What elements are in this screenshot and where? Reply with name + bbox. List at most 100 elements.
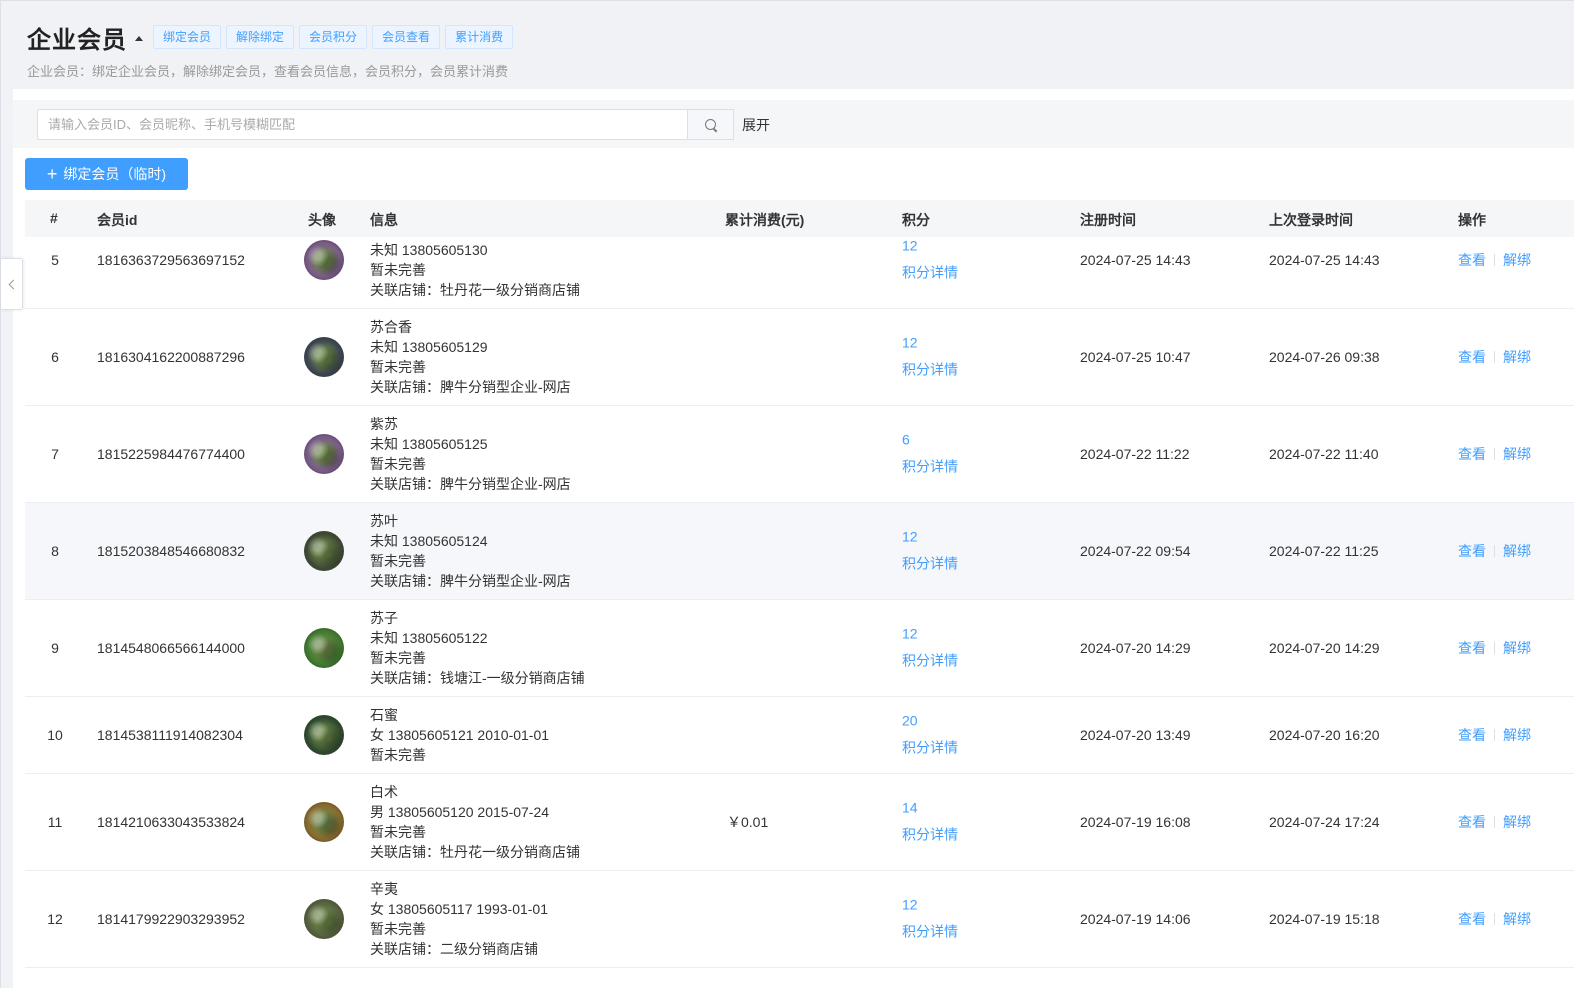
view-link[interactable]: 查看 (1458, 638, 1486, 658)
member-id: 1816363729563697152 (97, 252, 245, 268)
row-actions: 查看 解绑 (1458, 347, 1531, 367)
info-line: 辛夷 (370, 881, 398, 897)
table-header: # 会员id 头像 信息 累计消费(元) 积分 注册时间 上次登录时间 操作 (25, 200, 1574, 237)
points-detail-link[interactable]: 积分详情 (902, 263, 958, 283)
search-input[interactable] (38, 110, 687, 139)
points-value[interactable]: 12 (902, 626, 958, 642)
action-divider (1494, 254, 1495, 266)
row-index: 6 (51, 349, 59, 365)
search-button[interactable] (688, 109, 734, 140)
info-line: 关联店铺：牡丹花一级分销商店铺 (370, 844, 580, 860)
unbind-link[interactable]: 解绑 (1503, 812, 1531, 832)
points-detail-link[interactable]: 积分详情 (902, 360, 958, 380)
last-login-time: 2024-07-19 15:18 (1269, 911, 1380, 927)
last-login-time: 2024-07-20 16:20 (1269, 727, 1380, 743)
info-line: 关联店铺：脾牛分销型企业-网店 (370, 573, 571, 589)
unbind-link[interactable]: 解绑 (1503, 250, 1531, 270)
unbind-link[interactable]: 解绑 (1503, 541, 1531, 561)
col-header-last-login: 上次登录时间 (1269, 212, 1353, 228)
view-link[interactable]: 查看 (1458, 812, 1486, 832)
view-link[interactable]: 查看 (1458, 444, 1486, 464)
tag-bind-member[interactable]: 绑定会员 (153, 25, 222, 49)
last-login-time: 2024-07-24 17:24 (1269, 814, 1380, 830)
info-line: 未知 13805605130 (370, 242, 488, 258)
bind-member-temp-button[interactable]: + 绑定会员（临时) (25, 158, 188, 190)
tag-total-spend[interactable]: 累计消费 (445, 25, 514, 49)
member-info: 石蜜女 13805605121 2010-01-01 暂未完善 (370, 705, 549, 765)
register-time: 2024-07-19 14:06 (1080, 911, 1191, 927)
points-detail-link[interactable]: 积分详情 (902, 738, 958, 758)
row-actions: 查看 解绑 (1458, 250, 1531, 270)
tag-member-view[interactable]: 会员查看 (372, 25, 441, 49)
view-link[interactable]: 查看 (1458, 541, 1486, 561)
table-row: 11 1814210633043533824 白术男 13805605120 201… (25, 774, 1574, 871)
row-actions: 查看 解绑 (1458, 725, 1531, 745)
col-header-index: # (50, 210, 58, 226)
member-info: 紫苏 未知 13805605125 暂未完善 关联店铺：脾牛分销型企业-网店 (370, 414, 571, 494)
row-actions: 查看 解绑 (1458, 444, 1531, 464)
table-row: 9 1814548066566144000 苏子 未知 13805605122 暂未完善… (25, 600, 1574, 697)
action-divider (1494, 351, 1495, 363)
info-line: 暂未完善 (370, 456, 426, 472)
points-value[interactable]: 14 (902, 800, 958, 816)
info-line: 暂未完善 (370, 553, 426, 569)
search-bar: 展开 (13, 100, 1574, 148)
points-detail-link[interactable]: 积分详情 (902, 825, 958, 845)
member-info: 苏勺未知 13805605130暂未完善关联店铺：牡丹花一级分销商店铺 (370, 237, 580, 300)
caret-up-icon[interactable] (135, 35, 143, 41)
info-line: 关联店铺：脾牛分销型企业-网店 (370, 476, 571, 492)
view-link[interactable]: 查看 (1458, 250, 1486, 270)
points-detail-link[interactable]: 积分详情 (902, 554, 958, 574)
tag-unbind[interactable]: 解除绑定 (226, 25, 295, 49)
col-header-info: 信息 (370, 212, 398, 228)
info-line: 白术 (370, 784, 398, 800)
action-divider (1494, 642, 1495, 654)
points-value[interactable]: 12 (902, 529, 958, 545)
view-link[interactable]: 查看 (1458, 909, 1486, 929)
member-info: 白术男 13805605120 2015-07-24 暂未完善 关联店铺：牡丹花一级… (370, 782, 580, 862)
avatar (304, 531, 344, 571)
unbind-link[interactable]: 解绑 (1503, 725, 1531, 745)
col-header-actions: 操作 (1458, 212, 1486, 228)
points-value[interactable]: 20 (902, 713, 958, 729)
register-time: 2024-07-22 11:22 (1080, 446, 1190, 462)
expand-link[interactable]: 展开 (742, 115, 770, 135)
unbind-link[interactable]: 解绑 (1503, 347, 1531, 367)
member-id: 1814538111914082304 (97, 727, 243, 743)
view-link[interactable]: 查看 (1458, 725, 1486, 745)
points-detail-link[interactable]: 积分详情 (902, 922, 958, 942)
points-value[interactable]: 12 (902, 897, 958, 913)
info-line: 苏叶 (370, 513, 398, 529)
member-id: 1814210633043533824 (97, 814, 245, 830)
avatar (304, 337, 344, 377)
register-time: 2024-07-19 16:08 (1080, 814, 1191, 830)
points-value[interactable]: 12 (902, 335, 958, 351)
points-detail-link[interactable]: 积分详情 (902, 651, 958, 671)
info-line: 暂未完善 (370, 262, 426, 278)
points-cell: 12 积分详情 (902, 897, 958, 942)
page-title: 企业会员 (27, 26, 127, 54)
unbind-link[interactable]: 解绑 (1503, 638, 1531, 658)
row-index: 11 (47, 814, 63, 830)
collapse-sidebar-handle[interactable] (1, 258, 23, 310)
member-id: 1815225984476774400 (97, 446, 245, 462)
unbind-link[interactable]: 解绑 (1503, 444, 1531, 464)
points-value[interactable]: 12 (902, 238, 958, 254)
points-cell: 14 积分详情 (902, 800, 958, 845)
unbind-link[interactable]: 解绑 (1503, 909, 1531, 929)
row-index: 7 (51, 446, 59, 462)
action-divider (1494, 729, 1495, 741)
info-line: 关联店铺：钱塘江-一级分销商店铺 (370, 670, 585, 686)
avatar (304, 628, 344, 668)
col-header-member-id: 会员id (97, 212, 138, 228)
table-row: 51816363729563697152苏勺未知 13805605130暂未完善… (25, 237, 1574, 309)
points-value[interactable]: 6 (902, 432, 958, 448)
tag-member-points[interactable]: 会员积分 (299, 25, 368, 49)
title-row: 企业会员 绑定会员 解除绑定 会员积分 会员查看 累计消费 (27, 20, 1567, 54)
info-line: 石蜜 (370, 707, 398, 723)
info-line: 关联店铺：脾牛分销型企业-网店 (370, 379, 571, 395)
register-time: 2024-07-25 14:43 (1080, 252, 1191, 268)
view-link[interactable]: 查看 (1458, 347, 1486, 367)
points-detail-link[interactable]: 积分详情 (902, 457, 958, 477)
last-login-time: 2024-07-26 09:38 (1269, 349, 1380, 365)
